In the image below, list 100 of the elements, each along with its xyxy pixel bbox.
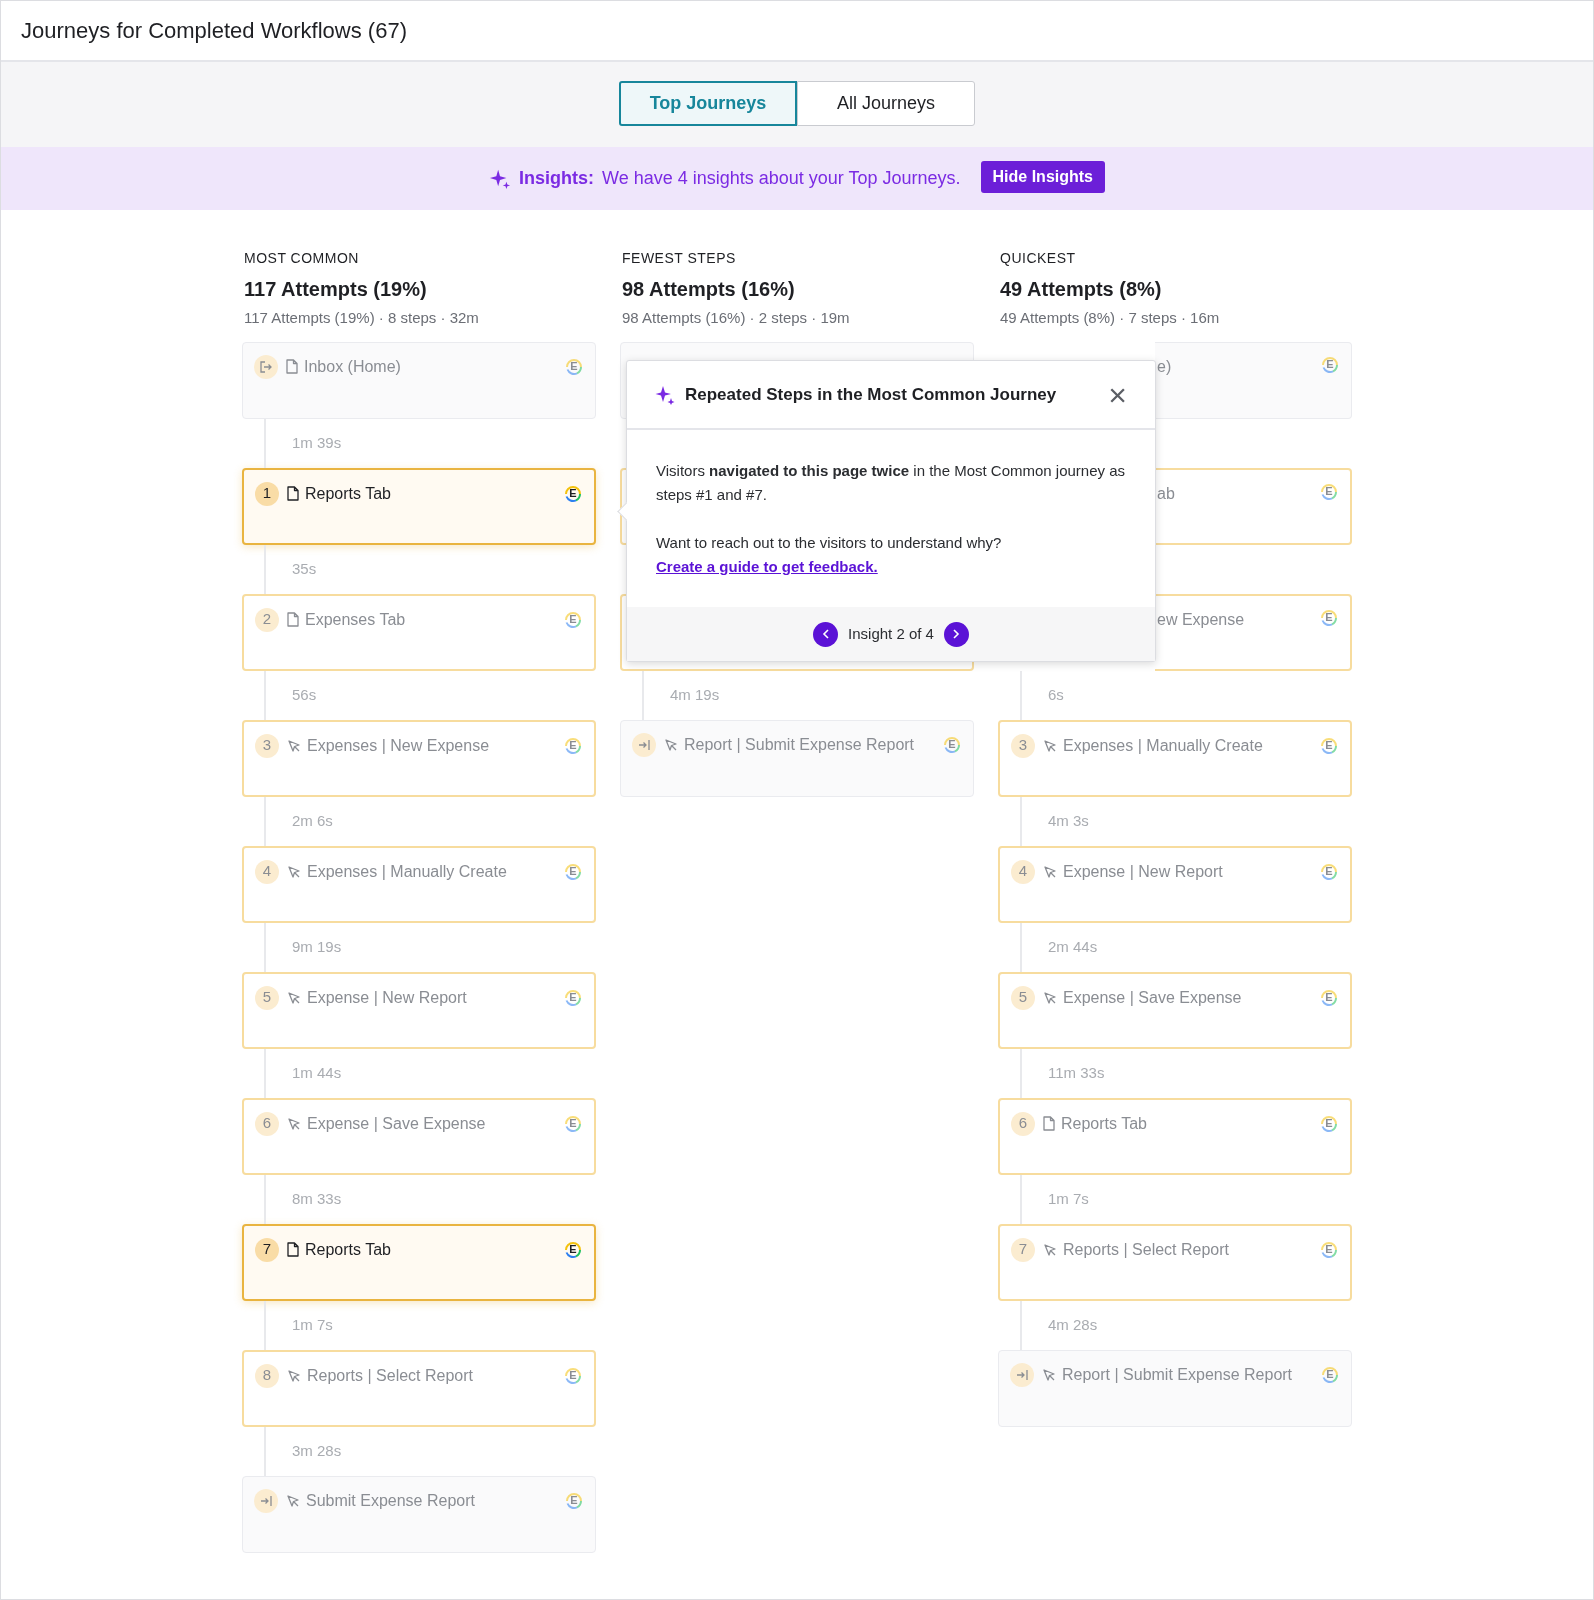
e-badge: E [563,609,583,630]
cursor-icon [287,1368,301,1383]
enter-arrow-icon [259,1493,273,1508]
journey-step-card[interactable]: 5 Expense | New Report E [242,971,596,1049]
journey-step-card[interactable]: 8 Reports | Select Report E [242,1349,596,1427]
step-duration: 4m 19s [670,684,720,705]
cursor-icon [286,1493,300,1508]
enter-arrow-icon [1015,1367,1029,1382]
step-duration: 6s [1048,684,1064,705]
step-duration: 1m 39s [292,432,342,453]
journey-step-card[interactable]: 4 Expense | New Report E [998,845,1352,923]
insight-pager: Insight 2 of 4 [848,623,934,644]
journey-step-card[interactable]: e) E [1155,341,1352,419]
e-badge: E [563,735,583,756]
step-label: Submit Expense Report [306,1490,475,1511]
journey-tab[interactable]: All Journeys [797,81,975,126]
journey-step-card[interactable]: 6 Reports Tab E [998,1097,1352,1175]
cursor-icon [287,990,301,1005]
step-number: 8 [255,1363,279,1388]
step-duration: 11m 33s [1048,1062,1105,1083]
journey-step-card[interactable]: 5 Expense | Save Expense E [998,971,1352,1049]
step-label: Inbox (Home) [304,356,401,377]
step-duration: 2m 44s [1048,936,1098,957]
insight-question: Want to reach out to the visitors to understand why? Create a guide to get feedback. [656,533,1003,577]
step-number: 2 [255,607,279,632]
step-duration: 56s [292,684,317,705]
step-duration: 35s [292,558,317,579]
e-badge: E [563,1365,583,1386]
insights-label: Insights: [519,167,594,190]
step-duration: 1m 7s [292,1314,333,1335]
journey-step-card[interactable]: 7 Reports | Select Report E [998,1223,1352,1301]
journey-step-card[interactable]: Inbox (Home) E [242,341,596,419]
e-badge: E [564,1490,584,1511]
cursor-icon [287,1116,301,1131]
journey-step-card[interactable]: 7 Reports Tab E [242,1223,596,1301]
journey-step-card[interactable]: 3 Expenses | New Expense E [242,719,596,797]
step-label: Expense | Save Expense [307,1113,486,1134]
hide-insights-button[interactable]: Hide Insights [980,160,1105,193]
step-label: Reports | Select Report [307,1365,473,1386]
page-icon [287,1242,299,1257]
journey-step-card[interactable]: 6 Expense | Save Expense E [242,1097,596,1175]
step-number: 6 [1011,1111,1035,1136]
journey-summary: 49 Attempts (8%) · 7 steps · 16m [1000,308,1221,328]
step-duration: 1m 44s [292,1062,342,1083]
journey-step-card[interactable]: Report | Submit Expense Report E [620,719,974,797]
step-number: 6 [255,1111,279,1136]
step-number: 3 [255,733,279,758]
journey-step-card[interactable]: Submit Expense Report E [242,1475,596,1553]
step-number: 5 [1011,985,1035,1010]
journey-step-card[interactable]: 3 Expenses | Manually Create E [998,719,1352,797]
step-label: Expense | Save Expense [1063,987,1242,1008]
journey-step-card[interactable]: 2 Expenses Tab E [242,593,596,671]
e-badge: E [942,734,962,755]
step-label: Expense | New Report [307,987,467,1008]
step-label: Reports Tab [1061,1113,1147,1134]
popover-title: Repeated Steps in the Most Common Journey [685,383,1058,406]
e-badge: E [1319,1239,1339,1260]
e-badge: E [1319,481,1339,502]
step-duration: 2m 6s [292,810,333,831]
e-badge: E [1319,987,1339,1008]
journey-category: QUICKEST [1000,249,1077,268]
journey-tab[interactable]: Top Journeys [619,81,797,126]
cursor-icon [1043,1242,1057,1257]
insights-message: We have 4 insights about your Top Journeys. [602,167,961,190]
journey-step-card[interactable]: 1 Reports Tab E [242,467,596,545]
journey-step-card[interactable]: ew Expense E [1155,593,1352,671]
step-label: Report | Submit Expense Report [1062,1364,1293,1385]
e-badge: E [1320,354,1340,375]
step-duration: 1m 7s [1048,1188,1089,1209]
close-button[interactable]: × [1108,378,1127,411]
next-insight-button[interactable] [943,621,969,647]
page-icon [1043,1116,1055,1131]
page-title: Journeys for Completed Workflows (67) [21,17,407,45]
journey-title: 49 Attempts (8%) [1000,277,1163,302]
step-label: Expenses | Manually Create [1063,735,1263,756]
step-number: 3 [1011,733,1035,758]
cursor-icon [1043,738,1057,753]
e-badge: E [563,987,583,1008]
e-badge: E [1319,607,1339,628]
e-badge: E [1320,1364,1340,1385]
create-guide-link[interactable]: Create a guide to get feedback. [656,558,878,575]
step-number: 4 [1011,859,1035,884]
step-label: Reports Tab [305,483,391,504]
journey-step-card[interactable]: 4 Expenses | Manually Create E [242,845,596,923]
step-duration: 3m 28s [292,1440,342,1461]
step-duration: 8m 33s [292,1188,342,1209]
journey-step-card[interactable]: Report | Submit Expense Report E [998,1349,1352,1427]
chevron-right-icon [952,629,961,639]
e-badge: E [1319,735,1339,756]
previous-insight-button[interactable] [813,621,839,647]
cursor-icon [287,738,301,753]
cursor-icon [287,864,301,879]
step-duration: 4m 28s [1048,1314,1098,1335]
e-badge: E [563,1113,583,1134]
journey-category: MOST COMMON [244,249,360,268]
step-label: Expenses | New Expense [307,735,490,756]
page-icon [287,612,299,627]
journey-step-card[interactable]: ab E [1155,467,1352,545]
step-label: Expenses | Manually Create [307,861,507,882]
step-number: 1 [255,481,279,506]
